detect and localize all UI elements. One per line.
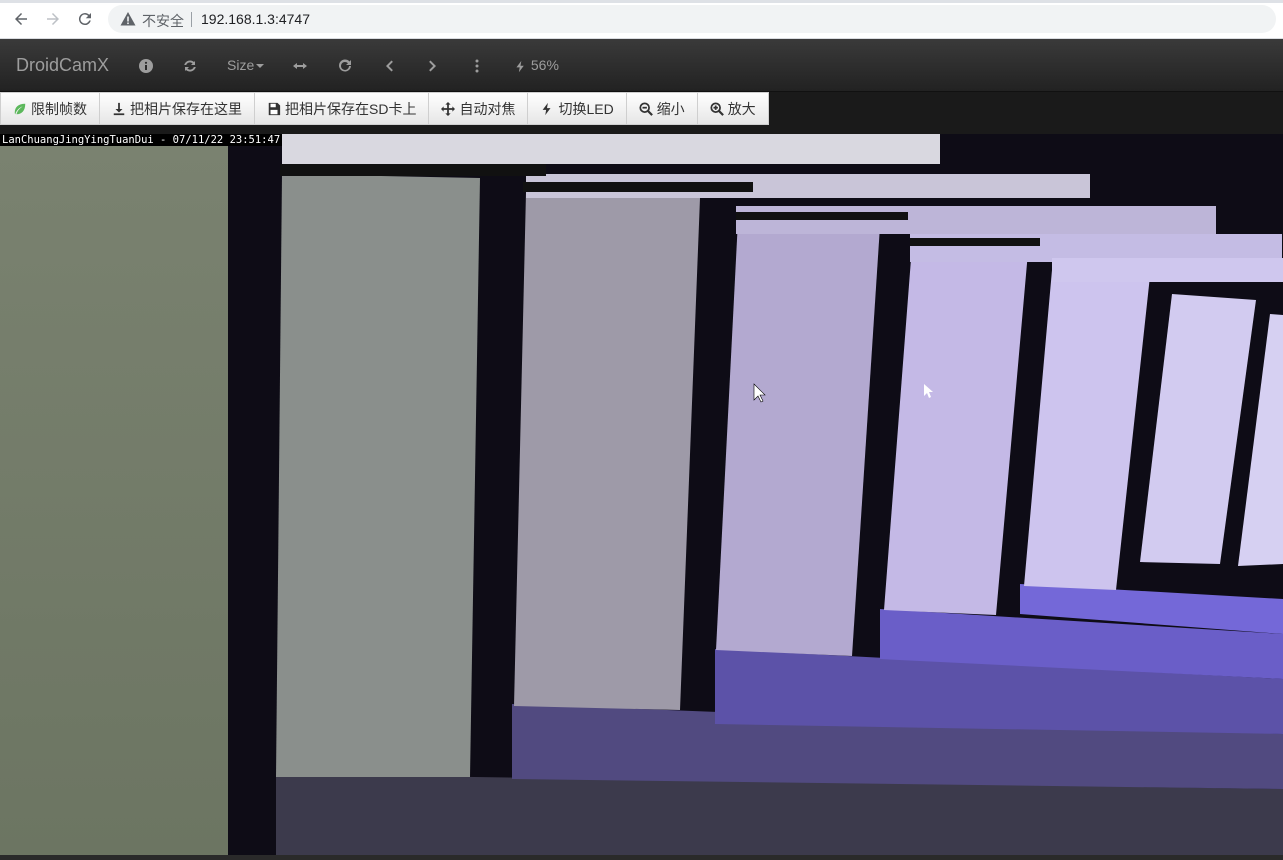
save-photo-button[interactable]: 把相片保存在这里 — [99, 92, 254, 125]
fit-width-icon[interactable] — [292, 53, 308, 77]
zoom-out-icon — [639, 101, 653, 116]
browser-toolbar: 不安全 192.168.1.3:4747 — [0, 0, 1283, 39]
zoom-out-label: 缩小 — [656, 100, 685, 117]
save-photo-sd-label: 把相片保存在SD卡上 — [285, 100, 417, 117]
back-icon[interactable] — [10, 8, 32, 30]
camera-timestamp-overlay: LanChuangJingYingTuanDui - 07/11/22 23:5… — [0, 134, 283, 146]
autofocus-button[interactable]: 自动对焦 — [428, 92, 528, 125]
omnibox-divider — [191, 12, 192, 27]
forward-icon[interactable] — [42, 8, 64, 30]
battery-label: 56% — [530, 57, 559, 73]
toggle-led-button[interactable]: 切换LED — [527, 92, 626, 125]
prev-icon[interactable] — [381, 53, 397, 77]
caret-down-icon — [256, 64, 265, 69]
size-label: Size — [227, 57, 255, 73]
bottom-strip — [0, 855, 1283, 860]
next-icon[interactable] — [425, 53, 441, 77]
info-icon[interactable] — [138, 53, 154, 77]
menu-dots-icon[interactable] — [469, 53, 485, 77]
action-toolbar: 限制帧数 把相片保存在这里 把相片保存在SD卡上 自动对焦 切换LED 缩小 放… — [0, 92, 769, 125]
reload-icon[interactable] — [74, 8, 96, 30]
save-icon — [268, 102, 281, 115]
address-bar[interactable]: 不安全 192.168.1.3:4747 — [108, 5, 1276, 33]
url-text[interactable]: 192.168.1.3:4747 — [201, 11, 310, 27]
zoom-in-button[interactable]: 放大 — [696, 92, 769, 125]
app-navbar: DroidCamX Size 56% — [0, 39, 1283, 92]
app-brand[interactable]: DroidCamX — [16, 55, 109, 76]
battery-status: 56% — [514, 53, 559, 77]
save-photo-label: 把相片保存在这里 — [130, 100, 242, 117]
autofocus-label: 自动对焦 — [459, 100, 516, 117]
zoom-in-label: 放大 — [727, 100, 756, 117]
zoom-in-icon — [710, 101, 724, 116]
warning-icon[interactable] — [120, 11, 136, 27]
leaf-icon — [14, 103, 26, 114]
toggle-led-label: 切换LED — [558, 100, 614, 117]
zoom-out-button[interactable]: 缩小 — [625, 92, 697, 125]
camera-image — [0, 134, 1283, 855]
camera-feed[interactable] — [0, 134, 1283, 855]
tab-strip — [0, 0, 1283, 3]
limit-fps-button[interactable]: 限制帧数 — [0, 92, 99, 125]
rotate-icon[interactable] — [337, 53, 353, 77]
download-icon — [113, 102, 125, 115]
save-photo-sd-button[interactable]: 把相片保存在SD卡上 — [254, 92, 429, 125]
security-label[interactable]: 不安全 — [142, 11, 184, 31]
size-dropdown[interactable]: Size — [227, 53, 265, 77]
move-icon — [441, 101, 456, 116]
bolt-icon — [516, 60, 524, 72]
refresh-icon[interactable] — [182, 53, 198, 77]
bolt-icon — [543, 102, 551, 115]
limit-fps-label: 限制帧数 — [31, 100, 87, 117]
